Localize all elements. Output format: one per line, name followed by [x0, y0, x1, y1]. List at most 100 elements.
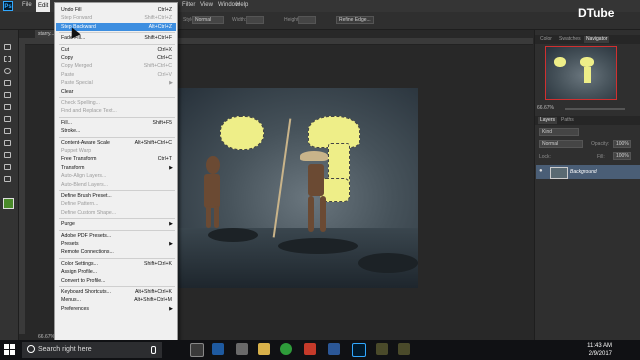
taskbar-clock[interactable]: 11:43 AM 2/9/2017	[587, 342, 612, 358]
menu-item-adobe-pdf-presets[interactable]: Adobe PDF Presets...	[56, 232, 176, 240]
photoshop-logo-icon: Ps	[3, 1, 13, 11]
file-explorer-icon[interactable]	[258, 343, 270, 355]
menu-item-label: Check Spelling...	[61, 100, 100, 106]
tab-color[interactable]: Color	[538, 36, 554, 43]
microphone-icon[interactable]	[151, 346, 156, 354]
menu-item-label: Color Settings...	[61, 260, 98, 267]
menu-item-shortcut: Ctrl+X	[157, 46, 172, 53]
app-icon[interactable]	[376, 343, 388, 355]
healing-tool-icon[interactable]	[4, 116, 13, 124]
calculator-icon[interactable]	[236, 343, 248, 355]
menu-item-label: Define Custom Shape...	[61, 209, 117, 216]
menu-item-cut[interactable]: Cut Ctrl+X	[56, 46, 176, 54]
menu-item-copy[interactable]: Copy Ctrl+C	[56, 54, 176, 62]
menu-item-check-spelling[interactable]: Check Spelling...	[56, 99, 176, 107]
layer-thumbnail	[550, 167, 568, 179]
menu-item-step-forward[interactable]: Step Forward Shift+Ctrl+Z	[56, 14, 176, 22]
pen-tool-icon[interactable]	[4, 176, 13, 184]
menu-item-presets[interactable]: Presets ▶	[56, 240, 176, 248]
tools-panel	[0, 30, 19, 340]
child-right-leg	[320, 196, 326, 232]
foreground-color-swatch[interactable]	[3, 198, 14, 209]
tab-swatches[interactable]: Swatches	[557, 36, 583, 43]
menu-item-undo-fill[interactable]: Undo Fill Ctrl+Z	[56, 6, 176, 14]
move-tool-icon[interactable]	[4, 44, 13, 52]
taskbar-search-box[interactable]: Search right here	[22, 342, 162, 358]
menu-item-puppet-warp[interactable]: Puppet Warp	[56, 147, 176, 155]
menu-item-auto-align-layers[interactable]: Auto-Align Layers...	[56, 172, 176, 180]
submenu-arrow-icon: ▶	[169, 221, 173, 228]
menu-item-remote-connections[interactable]: Remote Connections...	[56, 248, 176, 256]
eraser-tool-icon[interactable]	[4, 152, 13, 160]
navigator-thumbnail[interactable]	[545, 46, 617, 100]
app-icon[interactable]	[398, 343, 410, 355]
menu-item-purge[interactable]: Purge ▶	[56, 220, 176, 228]
menu-item-paste[interactable]: Paste Ctrl+V	[56, 71, 176, 79]
menu-edit[interactable]: Edit	[36, 0, 51, 12]
edge-browser-icon[interactable]	[212, 343, 224, 355]
blend-mode-select[interactable]: Normal	[539, 140, 583, 148]
eye-icon[interactable]: ●	[539, 168, 543, 174]
navigator-zoom-slider[interactable]	[565, 108, 625, 110]
tab-layers[interactable]: Layers	[538, 117, 558, 124]
menu-separator	[59, 286, 175, 287]
marquee-tool-icon[interactable]	[4, 56, 13, 64]
menu-item-transform[interactable]: Transform ▶	[56, 164, 176, 172]
opacity-label: Opacity:	[591, 141, 610, 147]
task-view-icon[interactable]	[190, 343, 204, 357]
menu-item-free-transform[interactable]: Free Transform Ctrl+T	[56, 155, 176, 163]
submenu-arrow-icon: ▶	[169, 241, 173, 247]
menu-item-define-custom-shape[interactable]: Define Custom Shape...	[56, 209, 176, 217]
image-canvas[interactable]	[178, 88, 418, 288]
navigator-zoom: 66.67%	[537, 105, 554, 111]
clock-date: 2/9/2017	[588, 351, 612, 357]
menu-item-auto-blend-layers[interactable]: Auto-Blend Layers...	[56, 181, 176, 189]
menu-item-keyboard-shortcuts[interactable]: Keyboard Shortcuts... Alt+Shift+Ctrl+K	[56, 288, 176, 296]
menu-item-paste-special[interactable]: Paste Special ▶	[56, 79, 176, 87]
menu-item-content-aware-scale[interactable]: Content-Aware Scale Alt+Shift+Ctrl+C	[56, 139, 176, 147]
brush-tool-icon[interactable]	[4, 128, 13, 136]
menu-item-stroke[interactable]: Stroke...	[56, 127, 176, 135]
width-input[interactable]	[246, 16, 264, 24]
menu-item-find-and-replace-text[interactable]: Find and Replace Text...	[56, 107, 176, 115]
fill-label: Fill:	[597, 154, 605, 160]
menu-help[interactable]: Help	[236, 2, 248, 8]
chrome-icon[interactable]	[280, 343, 292, 355]
height-input[interactable]	[298, 16, 316, 24]
menu-item-define-brush-preset[interactable]: Define Brush Preset...	[56, 192, 176, 200]
quick-select-tool-icon[interactable]	[4, 80, 13, 88]
style-select[interactable]: Normal	[192, 16, 224, 24]
gradient-tool-icon[interactable]	[4, 164, 13, 172]
menu-item-clear[interactable]: Clear	[56, 88, 176, 96]
menu-filter[interactable]: Filter	[182, 2, 195, 8]
menu-item-preferences[interactable]: Preferences ▶	[56, 305, 176, 313]
app-icon[interactable]	[304, 343, 316, 355]
menu-item-define-pattern[interactable]: Define Pattern...	[56, 200, 176, 208]
menu-item-label: Presets	[61, 241, 79, 247]
opacity-input[interactable]: 100%	[613, 140, 631, 148]
tab-navigator[interactable]: Navigator	[584, 36, 610, 43]
menu-item-color-settings[interactable]: Color Settings... Shift+Ctrl+K	[56, 260, 176, 268]
refine-edge-button[interactable]: Refine Edge...	[336, 16, 374, 24]
menu-item-label: Clear	[61, 88, 74, 95]
eyedropper-tool-icon[interactable]	[4, 104, 13, 112]
menu-file[interactable]: File	[22, 2, 32, 8]
layer-row-background[interactable]: ● Background	[536, 165, 640, 179]
windows-start-icon[interactable]	[4, 344, 16, 356]
menu-item-assign-profile[interactable]: Assign Profile...	[56, 268, 176, 276]
word-icon[interactable]	[328, 343, 340, 355]
menu-item-convert-to-profile[interactable]: Convert to Profile...	[56, 277, 176, 285]
lasso-tool-icon[interactable]	[4, 68, 13, 76]
menu-separator	[59, 257, 175, 259]
photoshop-taskbar-icon[interactable]	[352, 343, 366, 357]
menu-item-label: Stroke...	[61, 128, 81, 135]
layer-filter-kind[interactable]: Kind	[539, 128, 579, 136]
clone-stamp-tool-icon[interactable]	[4, 140, 13, 148]
fill-input[interactable]: 100%	[613, 152, 631, 160]
menu-item-menus[interactable]: Menus... Alt+Shift+Ctrl+M	[56, 296, 176, 304]
tab-paths[interactable]: Paths	[559, 117, 576, 124]
crop-tool-icon[interactable]	[4, 92, 13, 100]
menu-view[interactable]: View	[200, 2, 213, 8]
menu-item-fill[interactable]: Fill... Shift+F5	[56, 119, 176, 127]
menu-item-copy-merged[interactable]: Copy Merged Shift+Ctrl+C	[56, 62, 176, 70]
